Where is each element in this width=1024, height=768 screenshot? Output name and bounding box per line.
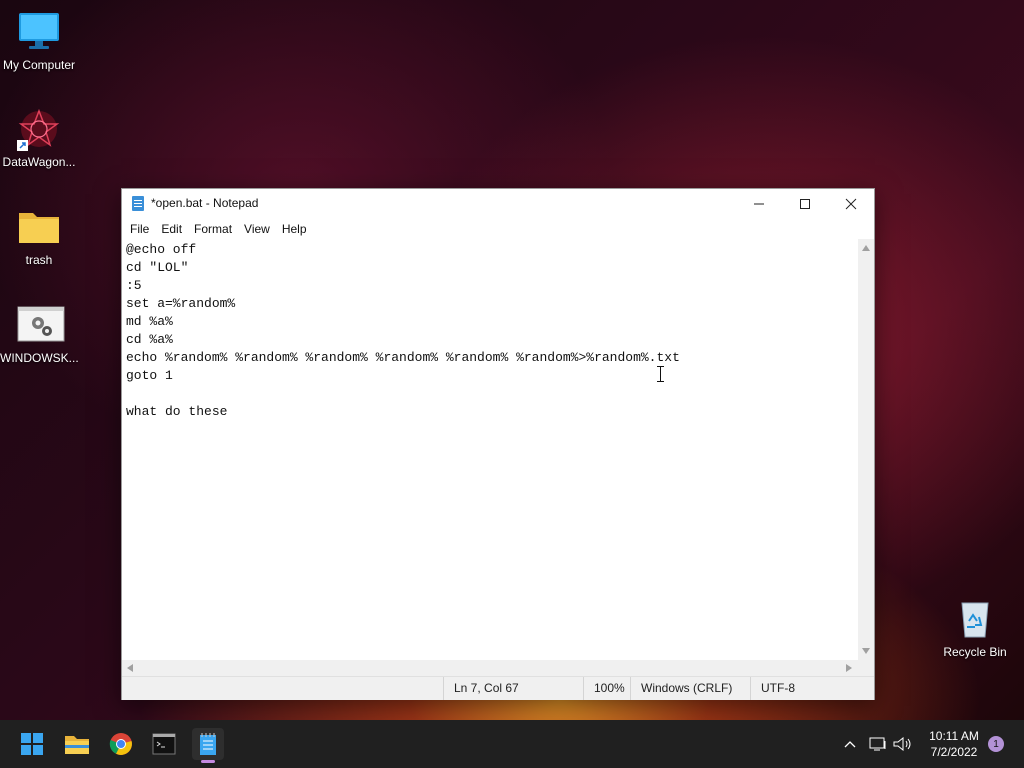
horizontal-scrollbar[interactable] [122,660,858,676]
status-cursor-position: Ln 7, Col 67 [443,677,519,700]
volume-icon [893,737,911,751]
taskbar-file-explorer[interactable] [61,728,93,760]
close-button[interactable] [828,189,874,219]
notification-badge: 1 [988,736,1004,752]
chrome-icon [109,733,132,755]
maximize-button[interactable] [782,189,828,219]
status-bar: Ln 7, Col 67 100% Windows (CRLF) UTF-8 [122,676,874,700]
menu-file[interactable]: File [124,222,155,236]
clock-time: 10:11 AM [929,729,979,743]
active-indicator [201,760,215,763]
desktop-icon-label: DataWagon... [2,155,76,169]
scrollbar-corner [858,660,874,676]
menu-help[interactable]: Help [276,222,313,236]
text-cursor-icon [657,366,665,382]
network-button[interactable] [866,720,890,768]
menu-bar: File Edit Format View Help [122,219,874,239]
status-line-ending: Windows (CRLF) [630,677,732,700]
notepad-app-icon [132,196,144,211]
menu-view[interactable]: View [238,222,276,236]
notepad-window: *open.bat - Notepad File Edit Format Vie… [121,188,875,700]
settings-app-icon [17,303,65,347]
start-icon [21,733,43,755]
close-icon [845,198,857,210]
text-editor[interactable]: @echo off cd "LOL" :5 set a=%random% md … [122,239,858,660]
taskbar-notepad[interactable] [192,728,224,763]
volume-button[interactable] [890,720,916,768]
menu-format[interactable]: Format [188,222,238,236]
file-explorer-icon [65,736,89,754]
datawagon-icon [17,107,61,151]
desktop-icon-trash-folder[interactable]: trash [0,205,78,267]
scroll-left-icon[interactable] [127,664,133,672]
scroll-down-icon[interactable] [862,648,870,654]
tray-overflow-button[interactable] [838,720,862,768]
clock-button[interactable]: 10:11 AM 7/2/2022 [920,720,988,768]
network-icon [869,737,886,751]
taskbar-chrome[interactable] [105,728,137,760]
notification-button[interactable]: 1 [986,720,1006,768]
folder-icon [17,205,61,249]
menu-edit[interactable]: Edit [155,222,188,236]
chevron-up-icon [844,741,856,748]
window-title: *open.bat - Notepad [151,196,259,210]
desktop-icon-my-computer[interactable]: My Computer [0,10,78,72]
desktop-icon-label: WINDOWSK... [0,351,79,365]
maximize-icon [800,199,810,209]
desktop-icon-datawagon[interactable]: DataWagon... [0,107,78,169]
terminal-icon [152,733,176,755]
title-bar[interactable]: *open.bat - Notepad [122,189,874,219]
scroll-up-icon[interactable] [862,245,870,251]
notepad-icon [200,733,216,755]
desktop-icon-label: trash [25,253,53,267]
editor-content[interactable]: @echo off cd "LOL" :5 set a=%random% md … [122,239,858,423]
desktop-icon-recycle-bin[interactable]: Recycle Bin [936,597,1014,659]
vertical-scrollbar[interactable] [858,239,874,660]
start-button[interactable] [16,728,48,760]
desktop-icon-label: My Computer [2,58,76,72]
desktop-icon-windowsk[interactable]: WINDOWSK... [0,303,79,365]
recycle-bin-icon [953,597,997,641]
monitor-icon [17,10,61,54]
scroll-right-icon[interactable] [846,664,852,672]
status-encoding: UTF-8 [750,677,795,700]
taskbar: 10:11 AM 7/2/2022 1 [0,720,1024,768]
minimize-button[interactable] [736,189,782,219]
desktop-icon-label: Recycle Bin [943,645,1007,659]
minimize-icon [754,203,764,205]
status-zoom: 100% [583,677,625,700]
taskbar-terminal[interactable] [148,728,180,760]
clock-date: 7/2/2022 [930,745,978,759]
